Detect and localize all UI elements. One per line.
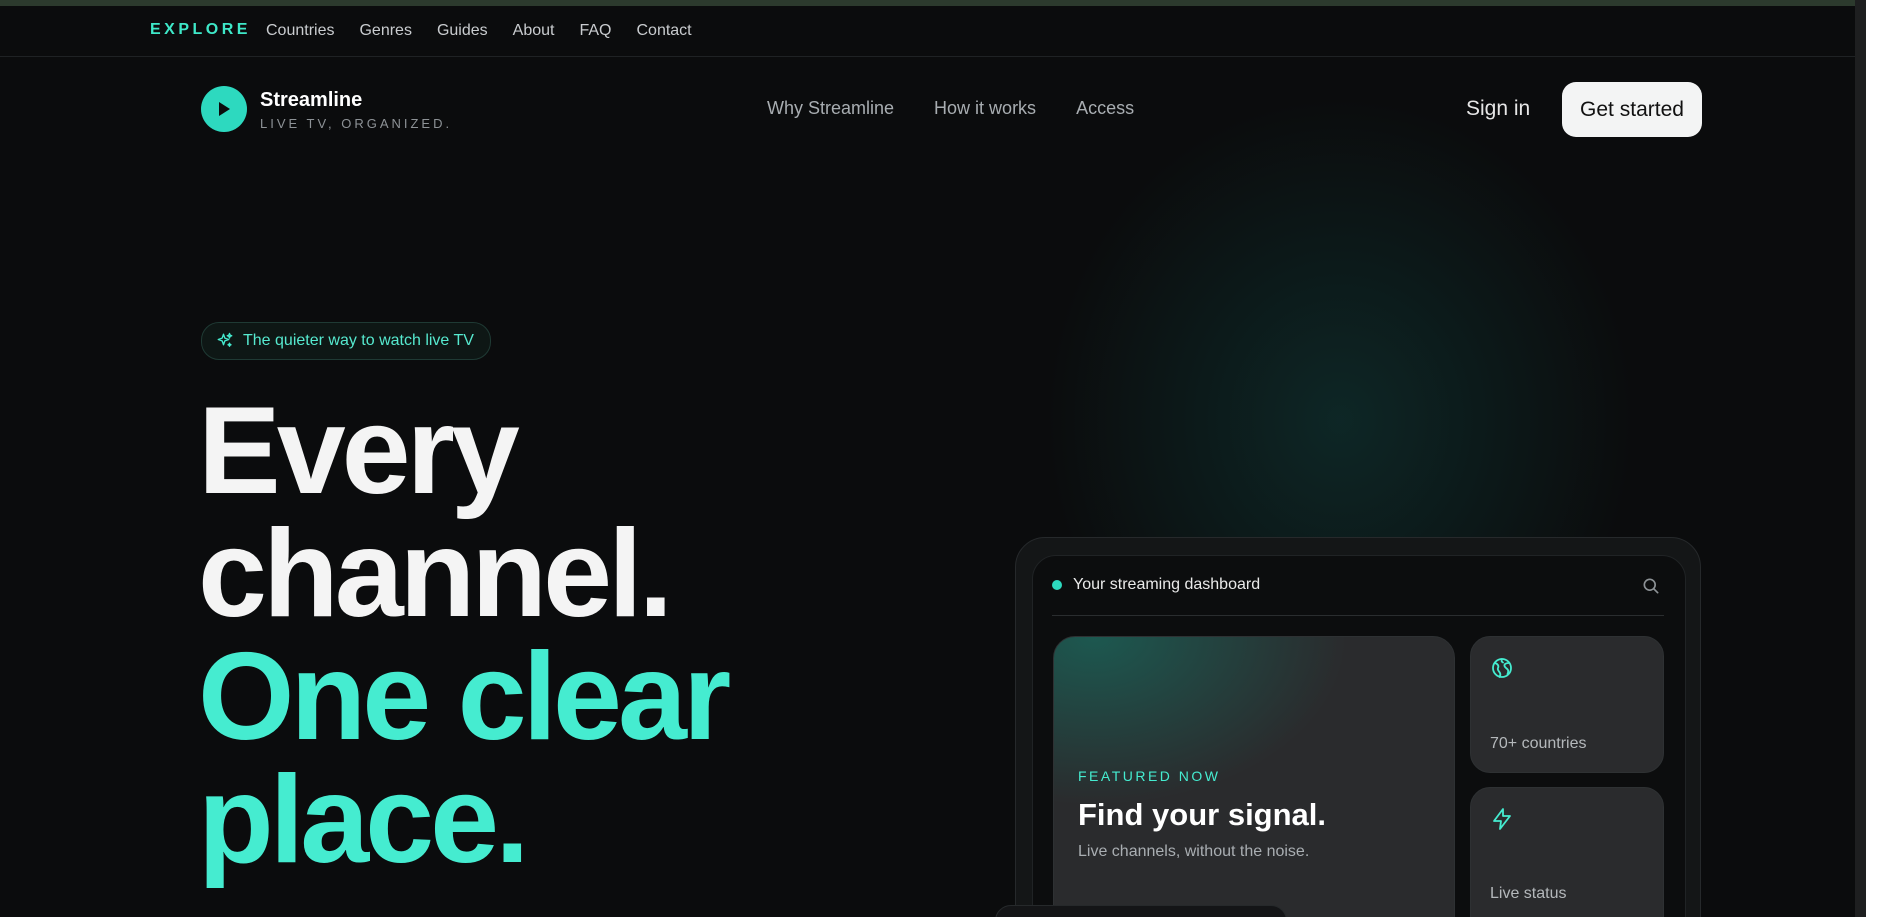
floating-card-edge bbox=[995, 905, 1287, 917]
explore-bar: EXPLORE Countries Genres Guides About FA… bbox=[0, 6, 1855, 57]
live-dot bbox=[1052, 580, 1062, 590]
explore-link-contact[interactable]: Contact bbox=[636, 22, 691, 40]
stat-label-live-status: Live status bbox=[1490, 885, 1567, 902]
sparkles-icon bbox=[217, 332, 233, 347]
dashboard-title: Your streaming dashboard bbox=[1073, 576, 1261, 593]
explore-link-about[interactable]: About bbox=[513, 22, 555, 40]
get-started-button[interactable]: Get started bbox=[1562, 82, 1702, 137]
stat-label-countries: 70+ countries bbox=[1490, 735, 1587, 752]
logo-mark[interactable] bbox=[201, 86, 247, 132]
brand-tagline: LIVE TV, ORGANIZED. bbox=[260, 116, 453, 131]
featured-kicker: FEATURED NOW bbox=[1078, 768, 1221, 784]
nav-why-streamline[interactable]: Why Streamline bbox=[767, 98, 894, 119]
dashboard-divider bbox=[1052, 615, 1664, 616]
nav-access[interactable]: Access bbox=[1076, 98, 1134, 119]
explore-links: Countries Genres Guides About FAQ Contac… bbox=[266, 22, 692, 40]
headline-line-1: Every bbox=[198, 382, 520, 520]
hero-badge-text: The quieter way to watch live TV bbox=[243, 332, 474, 349]
explore-link-genres[interactable]: Genres bbox=[359, 22, 411, 40]
headline-line-3: One clear bbox=[198, 628, 731, 766]
headline-line-2: channel. bbox=[198, 505, 673, 643]
explore-link-faq[interactable]: FAQ bbox=[579, 22, 611, 40]
main-nav: Why Streamline How it works Access bbox=[767, 98, 1134, 119]
nav-how-it-works[interactable]: How it works bbox=[934, 98, 1036, 119]
top-edge bbox=[0, 0, 1855, 6]
page: EXPLORE Countries Genres Guides About FA… bbox=[0, 0, 1855, 917]
featured-title: Find your signal. bbox=[1078, 797, 1327, 832]
window-edge bbox=[1866, 0, 1901, 917]
hero-headline: Every channel. One clear place. bbox=[198, 382, 731, 889]
lightning-icon bbox=[1493, 808, 1511, 830]
featured-subtitle: Live channels, without the noise. bbox=[1078, 843, 1310, 860]
brand-name[interactable]: Streamline bbox=[260, 89, 362, 112]
scrollbar-track[interactable] bbox=[1855, 0, 1866, 917]
explore-link-countries[interactable]: Countries bbox=[266, 22, 334, 40]
sign-in-link[interactable]: Sign in bbox=[1466, 97, 1530, 121]
explore-label[interactable]: EXPLORE bbox=[150, 21, 251, 39]
globe-icon bbox=[1492, 658, 1512, 678]
headline-line-4: place. bbox=[198, 751, 530, 889]
play-icon bbox=[219, 102, 230, 116]
search-icon[interactable] bbox=[1641, 576, 1661, 596]
explore-link-guides[interactable]: Guides bbox=[437, 22, 488, 40]
hero-badge: The quieter way to watch live TV bbox=[201, 322, 491, 360]
